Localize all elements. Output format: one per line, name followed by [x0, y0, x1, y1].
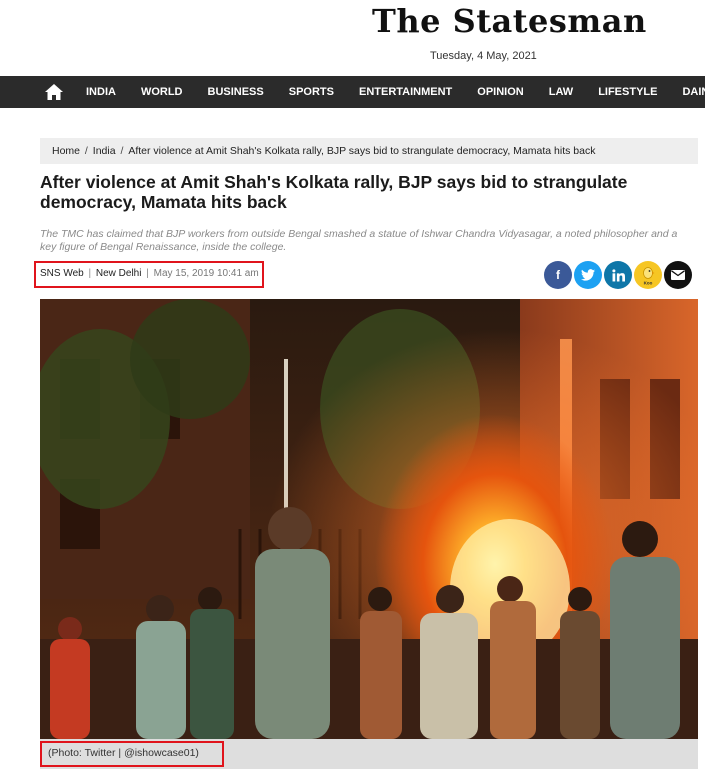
article-summary: The TMC has claimed that BJP workers fro… — [40, 228, 678, 253]
site-logo[interactable]: The Statesman — [372, 2, 647, 40]
dateline-location: New Delhi — [95, 268, 142, 279]
facebook-share-button[interactable]: f — [544, 261, 572, 289]
facebook-icon: f — [556, 268, 560, 282]
linkedin-icon — [611, 268, 625, 281]
linkedin-share-button[interactable] — [604, 261, 632, 289]
nav-item-law[interactable]: LAW — [549, 86, 573, 98]
article-headline: After violence at Amit Shah's Kolkata ra… — [40, 172, 628, 212]
breadcrumb-section[interactable]: India — [93, 145, 116, 157]
twitter-icon — [581, 269, 595, 281]
photo-caption: (Photo: Twitter | @ishowcase01) — [48, 747, 199, 759]
nav-item-business[interactable]: BUSINESS — [208, 86, 264, 98]
breadcrumb: Home / India / After violence at Amit Sh… — [40, 138, 698, 164]
nav-list: INDIA WORLD BUSINESS SPORTS ENTERTAINMENT OPI… — [86, 76, 705, 108]
publish-timestamp: May 15, 2019 10:41 am — [153, 268, 259, 279]
email-share-button[interactable] — [664, 261, 692, 289]
nav-item-world[interactable]: WORLD — [141, 86, 183, 98]
nav-item-india[interactable]: INDIA — [86, 86, 116, 98]
nav-item-sports[interactable]: SPORTS — [289, 86, 334, 98]
koo-label: Koo — [644, 281, 653, 286]
article-photo — [40, 299, 698, 739]
masthead: The Statesman Tuesday, 4 May, 2021 — [0, 0, 705, 76]
breadcrumb-home[interactable]: Home — [52, 145, 80, 157]
nav-item-opinion[interactable]: OPINION — [477, 86, 523, 98]
author-name[interactable]: SNS Web — [40, 268, 84, 279]
koo-bird-icon: Koo — [643, 267, 655, 286]
twitter-share-button[interactable] — [574, 261, 602, 289]
koo-share-button[interactable]: Koo — [634, 261, 662, 289]
byline: SNS Web | New Delhi | May 15, 2019 10:41… — [40, 268, 259, 279]
nav-item-lifestyle[interactable]: LIFESTYLE — [598, 86, 657, 98]
current-date: Tuesday, 4 May, 2021 — [430, 50, 537, 62]
nav-item-dainik-sta[interactable]: DAINIK STA — [682, 86, 705, 98]
main-nav: INDIA WORLD BUSINESS SPORTS ENTERTAINMENT OPI… — [0, 76, 705, 108]
share-bar: f Koo — [544, 261, 692, 289]
breadcrumb-current: After violence at Amit Shah's Kolkata ra… — [128, 145, 596, 157]
nav-item-entertainment[interactable]: ENTERTAINMENT — [359, 86, 452, 98]
envelope-icon — [671, 270, 685, 280]
home-icon[interactable] — [44, 83, 64, 101]
